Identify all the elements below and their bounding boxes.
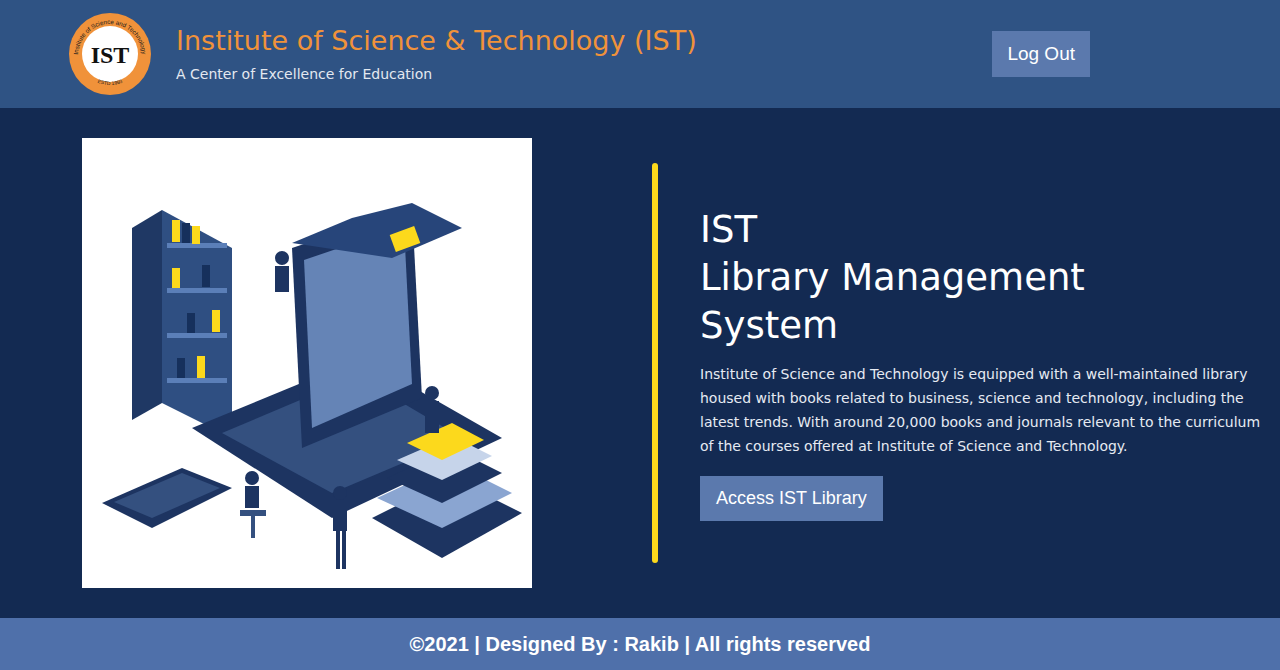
site-title: Institute of Science & Technology (IST) xyxy=(176,25,697,57)
library-illustration xyxy=(82,138,532,588)
site-subtitle: A Center of Excellence for Education xyxy=(176,66,697,83)
heading-line: IST xyxy=(700,206,1268,254)
hero-heading: ISTLibrary ManagementSystem xyxy=(700,206,1268,350)
heading-line: Library Management xyxy=(700,254,1268,302)
svg-text:ESTD 1993: ESTD 1993 xyxy=(97,78,123,86)
hero-description: Institute of Science and Technology is e… xyxy=(700,362,1268,458)
logo-mark: IST xyxy=(91,42,130,68)
institute-logo-icon: Institute of Science and Technology ESTD… xyxy=(68,12,152,96)
hero: ISTLibrary ManagementSystem Institute of… xyxy=(0,108,1280,618)
brand: Institute of Science & Technology (IST) … xyxy=(176,25,697,82)
footer: ©2021 | Designed By : Rakib | All rights… xyxy=(0,618,1280,670)
header: Institute of Science and Technology ESTD… xyxy=(0,0,1280,108)
divider xyxy=(652,163,658,563)
page: Institute of Science and Technology ESTD… xyxy=(0,0,1280,670)
hero-text: ISTLibrary ManagementSystem Institute of… xyxy=(700,206,1268,521)
logout-button[interactable]: Log Out xyxy=(992,31,1090,78)
library-illustration-icon xyxy=(92,148,522,578)
access-library-button[interactable]: Access IST Library xyxy=(700,476,883,521)
logo-estd: ESTD 1993 xyxy=(97,78,123,86)
heading-line: System xyxy=(700,302,1268,350)
